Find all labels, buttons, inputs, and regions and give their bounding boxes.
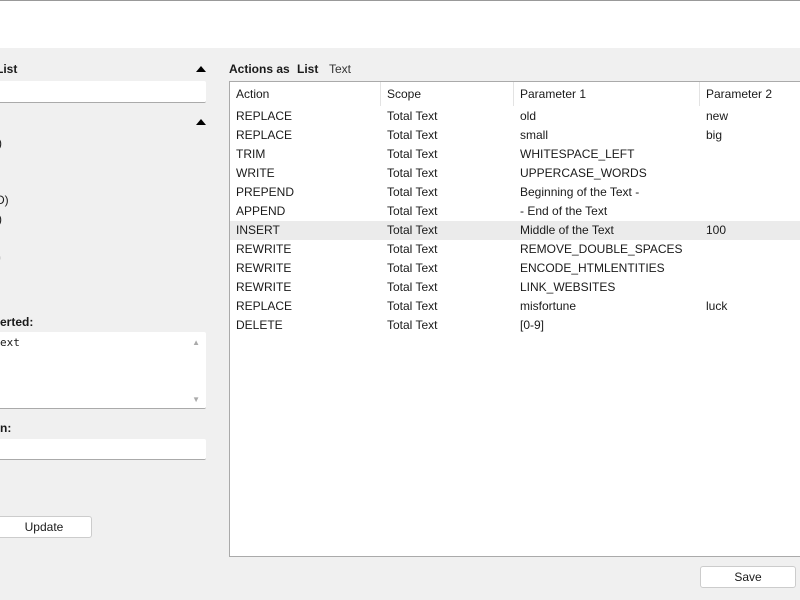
field-label: n: <box>0 421 12 435</box>
cell-parameter-1: UPPERCASE_WORDS <box>520 166 647 180</box>
cell-scope: Total Text <box>387 318 438 332</box>
cell-action: PREPEND <box>236 185 295 199</box>
cell-parameter-1: [0-9] <box>520 318 545 332</box>
cell-scope: Total Text <box>387 166 438 180</box>
cell-action: REPLACE <box>236 109 293 123</box>
cell-scope: Total Text <box>387 204 438 218</box>
cell-action: DELETE <box>236 318 283 332</box>
cell-parameter-1: ENCODE_HTMLENTITIES <box>520 261 665 275</box>
cell-scope: Total Text <box>387 147 438 161</box>
cell-action: REPLACE <box>236 128 293 142</box>
option-fragment: ) <box>0 136 2 150</box>
table-row[interactable]: REPLACE Total Text small big <box>230 126 800 145</box>
cell-action: REWRITE <box>236 280 292 294</box>
table-row[interactable]: REPLACE Total Text old new <box>230 107 800 126</box>
collapse-triangle-icon[interactable] <box>196 66 206 72</box>
text-field[interactable] <box>0 439 206 460</box>
cell-action: REWRITE <box>236 242 292 256</box>
option-fragment: D) <box>0 193 9 207</box>
cell-action: REPLACE <box>236 299 293 313</box>
cell-action: REWRITE <box>236 261 292 275</box>
text-area[interactable]: ext ▲ ▼ <box>0 332 206 409</box>
cell-parameter-2: big <box>706 128 723 142</box>
column-header-parameter-2[interactable]: Parameter 2 <box>700 82 800 106</box>
cell-parameter-2: 100 <box>706 223 727 237</box>
textarea-value: ext <box>0 336 20 349</box>
table-row[interactable]: WRITE Total Text UPPERCASE_WORDS <box>230 164 800 183</box>
cell-parameter-1: Beginning of the Text - <box>520 185 640 199</box>
table-row[interactable]: PREPEND Total Text Beginning of the Text - <box>230 183 800 202</box>
table-row[interactable]: APPEND Total Text - End of the Text <box>230 202 800 221</box>
list-heading: List <box>0 62 18 76</box>
cell-scope: Total Text <box>387 261 438 275</box>
tab-list[interactable]: List <box>297 62 318 76</box>
cell-action: TRIM <box>236 147 266 161</box>
table-row[interactable]: DELETE Total Text [0-9] <box>230 316 800 335</box>
column-header-action[interactable]: Action <box>230 82 381 106</box>
table-row[interactable]: REWRITE Total Text REMOVE_DOUBLE_SPACES <box>230 240 800 259</box>
cell-scope: Total Text <box>387 242 438 256</box>
cell-parameter-1: misfortune <box>520 299 577 313</box>
list-input[interactable] <box>0 81 206 103</box>
cell-scope: Total Text <box>387 280 438 294</box>
collapse-triangle-icon[interactable] <box>196 119 206 125</box>
cell-scope: Total Text <box>387 109 438 123</box>
update-button[interactable]: Update <box>0 516 92 538</box>
cell-action: INSERT <box>236 223 280 237</box>
actions-list[interactable]: Action Scope Parameter 1 Parameter 2 REP… <box>229 81 800 557</box>
cell-parameter-1: - End of the Text <box>520 204 608 218</box>
cell-action: WRITE <box>236 166 275 180</box>
cell-parameter-1: small <box>520 128 549 142</box>
cell-scope: Total Text <box>387 299 438 313</box>
top-bar <box>0 0 800 48</box>
cell-parameter-1: WHITESPACE_LEFT <box>520 147 635 161</box>
cell-parameter-2: luck <box>706 299 728 313</box>
cell-parameter-1: LINK_WEBSITES <box>520 280 616 294</box>
cell-scope: Total Text <box>387 185 438 199</box>
table-row[interactable]: TRIM Total Text WHITESPACE_LEFT <box>230 145 800 164</box>
option-fragment: ) <box>0 250 1 264</box>
textarea-label: erted: <box>0 315 34 329</box>
option-fragment: ) <box>0 212 2 226</box>
cell-parameter-2: new <box>706 109 729 123</box>
table-row[interactable]: REPLACE Total Text misfortune luck <box>230 297 800 316</box>
cell-scope: Total Text <box>387 223 438 237</box>
scroll-down-icon[interactable]: ▼ <box>192 395 200 404</box>
actions-as-label: Actions as <box>229 62 290 76</box>
save-button[interactable]: Save <box>700 566 796 588</box>
table-row[interactable]: REWRITE Total Text ENCODE_HTMLENTITIES <box>230 259 800 278</box>
cell-action: APPEND <box>236 204 286 218</box>
cell-scope: Total Text <box>387 128 438 142</box>
cell-parameter-1: old <box>520 109 537 123</box>
column-header-parameter-1[interactable]: Parameter 1 <box>514 82 700 106</box>
column-header-scope[interactable]: Scope <box>381 82 514 106</box>
scroll-up-icon[interactable]: ▲ <box>192 338 200 347</box>
table-row[interactable]: INSERT Total Text Middle of the Text 100 <box>230 221 800 240</box>
cell-parameter-1: Middle of the Text <box>520 223 614 237</box>
cell-parameter-1: REMOVE_DOUBLE_SPACES <box>520 242 683 256</box>
tab-text[interactable]: Text <box>329 62 351 76</box>
table-row[interactable]: REWRITE Total Text LINK_WEBSITES <box>230 278 800 297</box>
